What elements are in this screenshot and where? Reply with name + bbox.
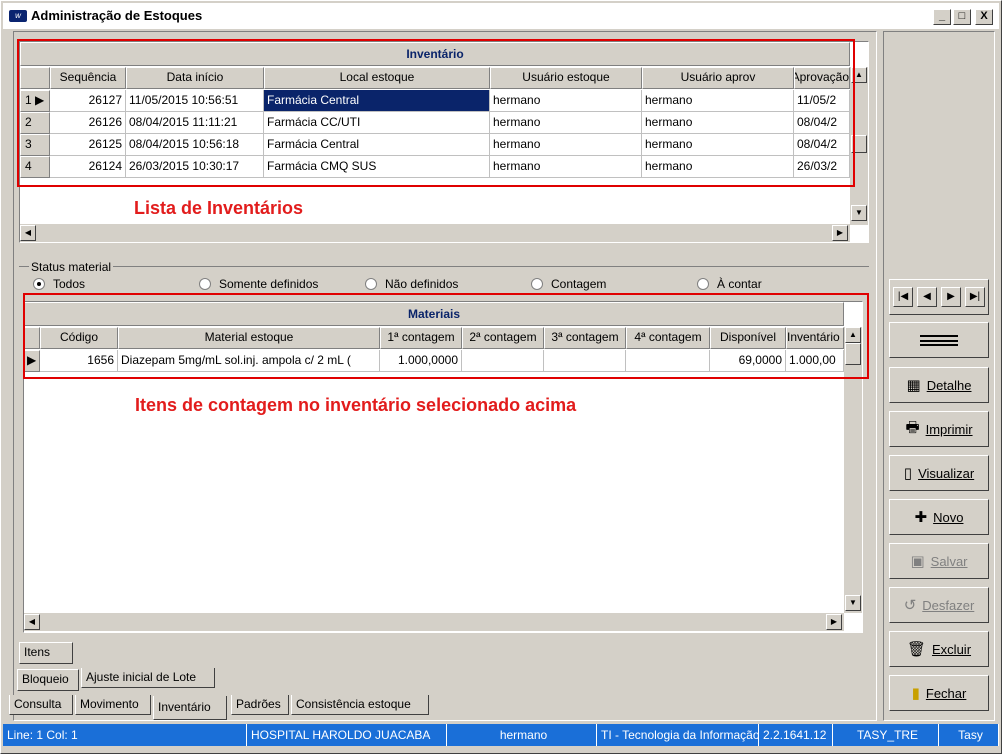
visualizar-button[interactable]: ▯ Visualizar	[889, 455, 989, 491]
new-document-icon: ✚	[914, 508, 928, 526]
radio-status-0[interactable]: Todos	[33, 277, 85, 291]
materiais-hscroll[interactable]: ◀ ▶	[24, 613, 844, 631]
status-line-col: Line: 1 Col: 1	[3, 724, 247, 746]
novo-button[interactable]: ✚ Novo	[889, 499, 989, 535]
tab-0[interactable]: Consulta	[9, 695, 73, 715]
hamburger-icon	[920, 334, 958, 346]
imprimir-button[interactable]: 🖶 Imprimir	[889, 411, 989, 447]
prev-record-icon[interactable]: ◀	[917, 287, 937, 307]
door-icon: ▮	[911, 684, 920, 702]
radio-dot[interactable]	[531, 278, 543, 290]
scroll-right-icon[interactable]: ▶	[832, 225, 848, 241]
radio-label: Todos	[53, 277, 86, 291]
radio-status-2[interactable]: Não definidos	[365, 277, 458, 291]
button-label: Detalhe	[926, 377, 972, 393]
tab-3[interactable]: Padrões	[231, 695, 289, 715]
status-dept: TI - Tecnologia da Informação	[597, 724, 759, 746]
menu-button[interactable]	[889, 322, 989, 358]
annotation-lista: Lista de Inventários	[134, 198, 304, 218]
radio-label: À contar	[717, 277, 762, 291]
tab-itens[interactable]: Itens	[19, 642, 73, 664]
undo-icon: ↺	[903, 596, 917, 614]
document-icon: ▯	[903, 464, 913, 482]
scroll-right-icon[interactable]: ▶	[826, 614, 842, 630]
status-db: TASY_TRE	[833, 724, 939, 746]
excluir-button[interactable]: 🗑 Excluir	[889, 631, 989, 667]
table-icon: ▦	[906, 376, 921, 394]
annotation-itens: Itens de contagem no inventário selecion…	[135, 395, 577, 415]
status-app: Tasy	[939, 724, 999, 746]
radio-label: Somente definidos	[219, 277, 319, 291]
detalhe-button[interactable]: ▦ Detalhe	[889, 367, 989, 403]
tab-2[interactable]: Inventário	[153, 696, 227, 720]
radio-status-3[interactable]: Contagem	[531, 277, 606, 291]
radio-status-4[interactable]: À contar	[697, 277, 762, 291]
button-label: Novo	[933, 509, 964, 525]
radio-label: Não definidos	[385, 277, 459, 291]
radio-dot[interactable]	[365, 278, 377, 290]
window-title: Administração de Estoques	[31, 8, 203, 23]
scroll-left-icon[interactable]: ◀	[20, 225, 36, 241]
radio-label: Contagem	[551, 277, 607, 291]
tab-ajuste-inicial-lote[interactable]: Ajuste inicial de Lote	[81, 668, 215, 688]
button-label: Salvar	[930, 553, 968, 569]
button-label: Desfazer	[922, 597, 975, 613]
printer-icon: 🖶	[905, 417, 920, 436]
inventario-hscroll[interactable]: ◀ ▶	[20, 224, 850, 242]
desfazer-button[interactable]: ↺ Desfazer	[889, 587, 989, 623]
last-record-icon[interactable]: ▶|	[965, 287, 985, 307]
tab-bloqueio[interactable]: Bloqueio	[17, 669, 79, 691]
button-label: Fechar	[925, 685, 967, 701]
next-record-icon[interactable]: ▶	[941, 287, 961, 307]
button-label: Imprimir	[925, 421, 973, 437]
minimize-button[interactable]: _	[933, 9, 951, 25]
salvar-button[interactable]: ▣ Salvar	[889, 543, 989, 579]
fechar-button[interactable]: ▮ Fechar	[889, 675, 989, 711]
radio-dot[interactable]	[697, 278, 709, 290]
record-navigator: |◀ ◀ ▶ ▶|	[889, 279, 989, 315]
tab-1[interactable]: Movimento	[75, 695, 151, 715]
scroll-down-icon[interactable]: ▼	[851, 205, 867, 221]
status-version: 2.2.1641.12	[759, 724, 833, 746]
app-logo-icon[interactable]: w	[9, 10, 27, 22]
first-record-icon[interactable]: |◀	[893, 287, 913, 307]
trash-icon: 🗑	[906, 640, 927, 658]
button-label: Visualizar	[918, 465, 975, 481]
status-user: hermano	[447, 724, 597, 746]
status-material-legend: Status material	[29, 260, 114, 274]
main-window: w Administração de Estoques _ □ X Invent…	[0, 0, 1002, 754]
scroll-left-icon[interactable]: ◀	[24, 614, 40, 630]
tab-4[interactable]: Consistência estoque	[291, 695, 429, 715]
maximize-button[interactable]: □	[953, 9, 971, 25]
status-hospital: HOSPITAL HAROLDO JUACABA	[247, 724, 447, 746]
close-button[interactable]: X	[975, 9, 993, 25]
scroll-down-icon[interactable]: ▼	[845, 595, 861, 611]
radio-status-1[interactable]: Somente definidos	[199, 277, 318, 291]
annotation-box-materiais	[23, 293, 869, 379]
save-icon: ▣	[910, 552, 925, 570]
title-bar: w Administração de Estoques _ □ X	[3, 3, 999, 29]
button-label: Excluir	[932, 641, 972, 657]
radio-dot[interactable]	[199, 278, 211, 290]
annotation-box-inventario	[17, 39, 855, 187]
radio-dot[interactable]	[33, 278, 45, 290]
